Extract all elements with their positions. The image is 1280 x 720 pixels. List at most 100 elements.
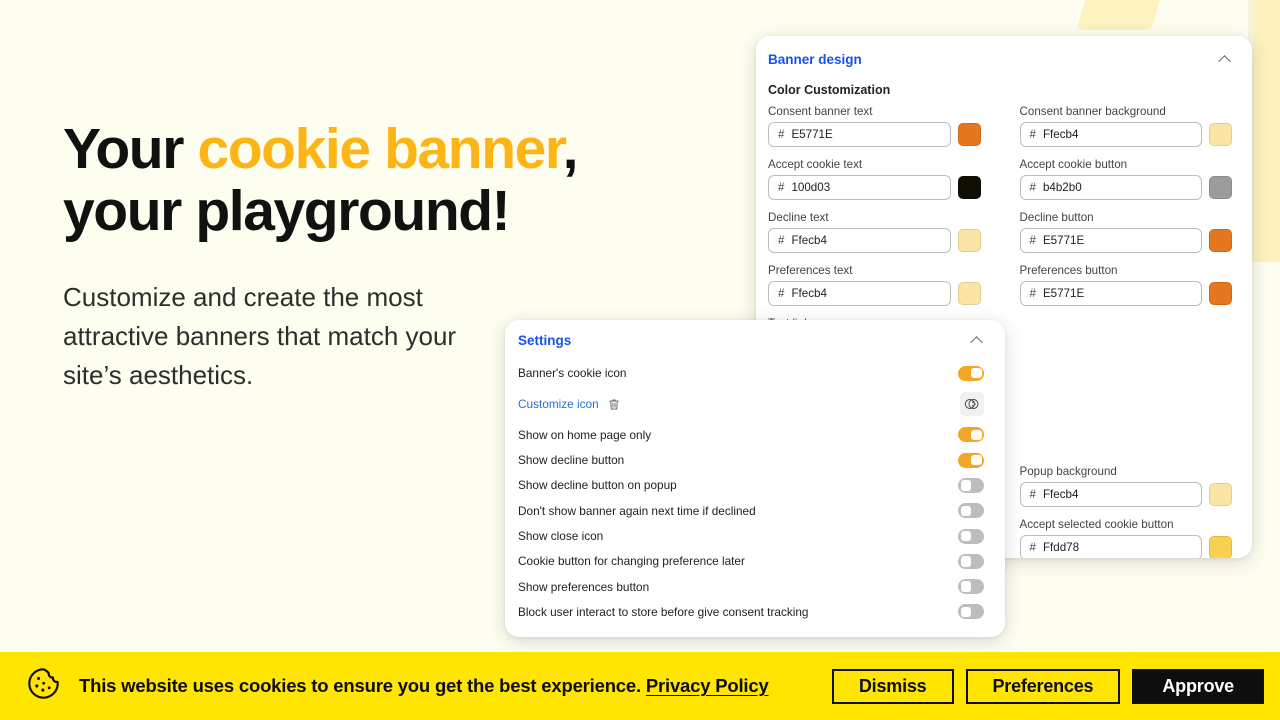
field-row: # E5771E xyxy=(768,122,981,147)
toggle-knob xyxy=(971,367,982,379)
setting-row-cookie-button-preference-later: Cookie button for changing preference la… xyxy=(518,549,984,574)
privacy-policy-link[interactable]: Privacy Policy xyxy=(646,675,769,696)
color-field: Accept cookie button # b4b2b0 xyxy=(1019,158,1232,200)
hash-symbol: # xyxy=(1029,128,1036,141)
toggle-show-close-icon[interactable] xyxy=(958,528,984,544)
color-swatch[interactable] xyxy=(957,123,981,146)
field-label: Accept cookie button xyxy=(1019,158,1128,171)
color-swatch[interactable] xyxy=(1209,282,1232,305)
settings-list: Banner's cookie icon Customize icon Show… xyxy=(505,348,1005,625)
field-label: Consent banner background xyxy=(1019,105,1166,118)
field-row: # Ffecb4 xyxy=(768,281,981,306)
color-field: Consent banner text # E5771E xyxy=(768,105,981,147)
hex-input-preferences-button[interactable]: # E5771E xyxy=(1019,281,1202,306)
toggle-knob xyxy=(960,505,971,516)
field-label: Accept cookie text xyxy=(768,158,863,171)
toggle-show-decline-button-on-popup[interactable] xyxy=(958,477,984,493)
field-label: Decline text xyxy=(768,211,829,224)
dismiss-button[interactable]: Dismiss xyxy=(831,668,954,704)
setting-row-show-decline-button: Show decline button xyxy=(518,448,984,473)
setting-label: Block user interact to store before give… xyxy=(518,604,809,619)
toggle-show-preferences-button[interactable] xyxy=(958,579,984,595)
hex-input-popup-background[interactable]: # Ffecb4 xyxy=(1019,482,1202,507)
hex-input-consent-banner-background[interactable]: # Ffecb4 xyxy=(1019,122,1202,147)
hex-value: Ffecb4 xyxy=(1042,128,1079,141)
hex-value: Ffecb4 xyxy=(1042,488,1079,501)
color-field: Decline button # E5771E xyxy=(1019,211,1232,253)
field-row: # Ffdd78 xyxy=(1019,535,1232,558)
color-swatch[interactable] xyxy=(1209,176,1232,199)
color-swatch[interactable] xyxy=(957,176,981,199)
chevron-up-icon[interactable] xyxy=(971,334,984,347)
hash-symbol: # xyxy=(778,234,785,247)
hex-input-accept-selected-cookie-button[interactable]: # Ffdd78 xyxy=(1019,535,1202,558)
color-field: Accept cookie text # 100d03 xyxy=(768,158,981,200)
cookie-consent-bar: This website uses cookies to ensure you … xyxy=(0,652,1280,720)
hex-value: b4b2b0 xyxy=(1042,181,1082,194)
setting-label: Banner's cookie icon xyxy=(518,366,627,380)
hex-input-accept-cookie-button[interactable]: # b4b2b0 xyxy=(1019,175,1202,200)
field-label: Popup background xyxy=(1019,465,1117,478)
field-row: # Ffecb4 xyxy=(768,228,981,253)
approve-button[interactable]: Approve xyxy=(1132,668,1264,704)
hex-input-decline-text[interactable]: # Ffecb4 xyxy=(768,228,951,253)
toggle-dont-show-banner-again[interactable] xyxy=(958,503,984,519)
setting-row-customize-icon: Customize icon xyxy=(518,388,984,420)
title-accent: cookie banner xyxy=(197,117,564,181)
toggle-show-decline-button[interactable] xyxy=(958,452,984,468)
hash-symbol: # xyxy=(1029,488,1036,501)
setting-label: Show decline button xyxy=(518,453,625,468)
hash-symbol: # xyxy=(1029,181,1036,194)
toggle-block-user-interact[interactable] xyxy=(958,604,984,620)
cookie-icon xyxy=(26,666,61,706)
setting-label: Show on home page only xyxy=(518,427,652,442)
hex-value: E5771E xyxy=(1042,287,1085,300)
field-label: Decline button xyxy=(1019,211,1094,224)
color-swatch[interactable] xyxy=(957,229,981,252)
setting-row-block-user-interact: Block user interact to store before give… xyxy=(518,599,984,624)
toggle-knob xyxy=(971,429,982,440)
hash-symbol: # xyxy=(1029,287,1036,300)
hex-input-decline-button[interactable]: # E5771E xyxy=(1019,228,1202,253)
color-customization-label: Color Customization xyxy=(768,83,891,97)
preferences-button[interactable]: Preferences xyxy=(965,668,1121,704)
color-field: Popup background # Ffecb4 xyxy=(1019,465,1232,507)
trash-icon[interactable] xyxy=(608,398,620,411)
color-field: Preferences text # Ffecb4 xyxy=(768,264,981,306)
cookie-bar-message-text: This website uses cookies to ensure you … xyxy=(79,675,641,696)
hex-value: Ffdd78 xyxy=(1042,541,1080,554)
hex-input-preferences-text[interactable]: # Ffecb4 xyxy=(768,281,951,306)
toggle-cookie-button-preference-later[interactable] xyxy=(958,553,984,569)
hex-value: 100d03 xyxy=(791,181,831,194)
cookie-icon-chip[interactable] xyxy=(960,392,984,416)
hex-value: Ffecb4 xyxy=(791,234,827,247)
setting-row-show-close-icon: Show close icon xyxy=(518,523,984,548)
hex-value: Ffecb4 xyxy=(791,287,827,300)
customize-icon-link[interactable]: Customize icon xyxy=(518,397,599,411)
customize-icon-group: Customize icon xyxy=(518,397,620,411)
color-swatch[interactable] xyxy=(1209,483,1232,506)
hex-input-accept-cookie-text[interactable]: # 100d03 xyxy=(768,175,951,200)
toggle-show-on-home-page-only[interactable] xyxy=(958,427,984,443)
color-field: Decline text # Ffecb4 xyxy=(768,211,981,253)
toggle-banners-cookie-icon[interactable] xyxy=(958,365,984,381)
field-row: # Ffecb4 xyxy=(1019,482,1232,507)
field-label: Preferences text xyxy=(768,264,853,277)
color-swatch[interactable] xyxy=(1209,123,1232,146)
setting-label: Show close icon xyxy=(518,529,604,544)
banner-design-header: Banner design xyxy=(756,36,1252,67)
chevron-up-icon[interactable] xyxy=(1219,53,1232,66)
page-title: Your cookie banner, your playground! xyxy=(63,117,578,242)
hex-input-consent-banner-text[interactable]: # E5771E xyxy=(768,122,951,147)
setting-row-dont-show-banner-again: Don't show banner again next time if dec… xyxy=(518,498,984,523)
color-swatch[interactable] xyxy=(1209,229,1232,252)
banner-design-title: Banner design xyxy=(768,52,862,67)
color-swatch[interactable] xyxy=(1209,536,1232,558)
decorative-stripe xyxy=(1076,0,1169,30)
field-row: # 100d03 xyxy=(768,175,981,200)
decorative-band xyxy=(1253,0,1280,262)
field-label: Consent banner text xyxy=(768,105,873,118)
color-swatch[interactable] xyxy=(957,282,981,305)
title-part-1: Your xyxy=(63,117,198,181)
